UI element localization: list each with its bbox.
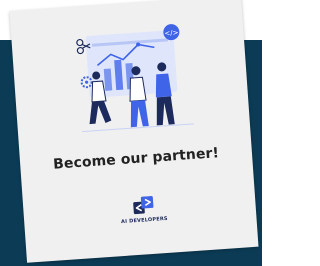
- svg-text:</>: </>: [164, 29, 179, 38]
- code-brackets-logo-icon: [133, 195, 154, 215]
- logo-text: AI DEVELOPERS: [120, 215, 168, 226]
- team-collaboration-illustration: </>: [76, 24, 194, 133]
- partner-card[interactable]: </> Become our partner! AI DEVELOPERS: [9, 0, 259, 263]
- ai-developers-logo[interactable]: AI DEVELOPERS: [113, 194, 175, 232]
- headline: Become our partner!: [52, 145, 220, 173]
